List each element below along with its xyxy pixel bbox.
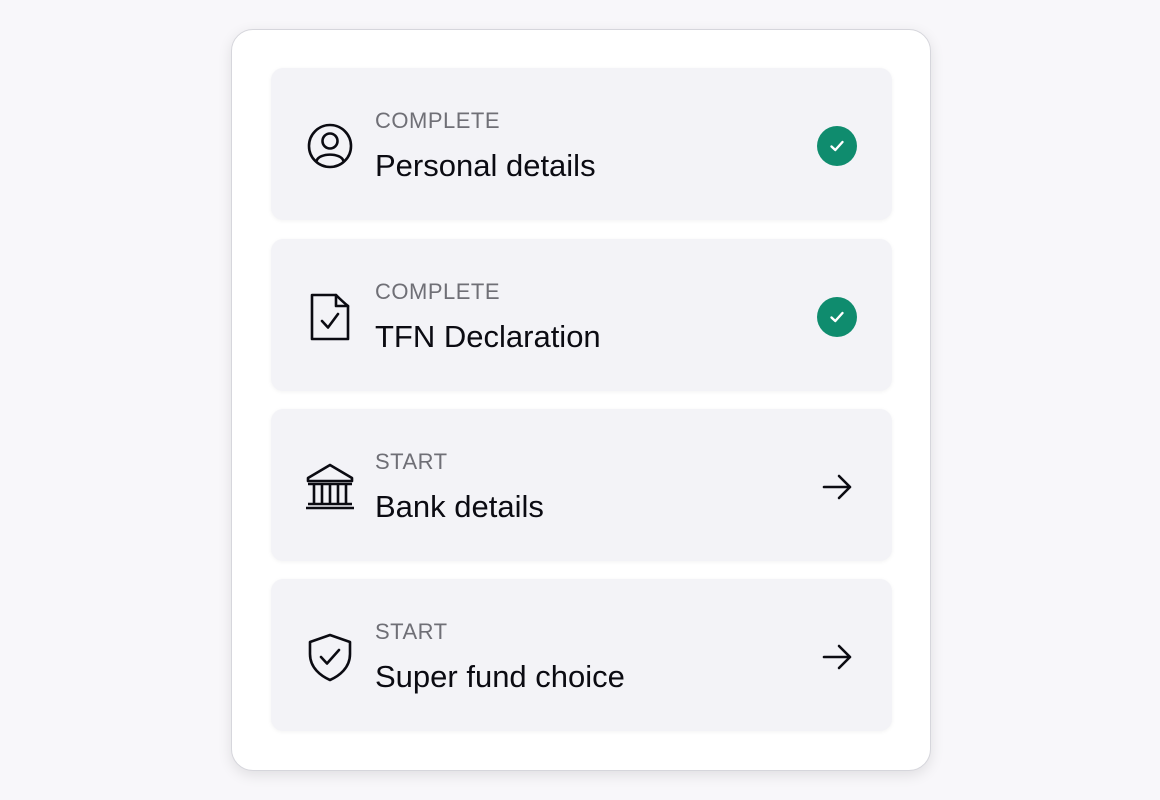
onboarding-card: COMPLETE Personal details COMPLETE TFN D… bbox=[231, 29, 931, 771]
task-title: Personal details bbox=[375, 148, 596, 183]
task-super-fund-choice[interactable]: START Super fund choice bbox=[271, 579, 892, 731]
document-check-icon bbox=[305, 292, 355, 342]
task-status: START bbox=[375, 449, 448, 474]
task-status: START bbox=[375, 619, 448, 644]
task-personal-details[interactable]: COMPLETE Personal details bbox=[271, 68, 892, 220]
task-status: COMPLETE bbox=[375, 108, 501, 133]
task-title: Bank details bbox=[375, 489, 544, 524]
arrow-right-icon bbox=[816, 636, 858, 678]
user-circle-icon bbox=[305, 121, 355, 171]
task-status: COMPLETE bbox=[375, 279, 501, 304]
complete-check-icon bbox=[816, 125, 858, 167]
bank-icon bbox=[305, 462, 355, 512]
task-title: TFN Declaration bbox=[375, 319, 601, 354]
task-bank-details[interactable]: START Bank details bbox=[271, 409, 892, 561]
task-tfn-declaration[interactable]: COMPLETE TFN Declaration bbox=[271, 239, 892, 391]
task-title: Super fund choice bbox=[375, 659, 625, 694]
shield-check-icon bbox=[305, 632, 355, 682]
complete-check-icon bbox=[816, 296, 858, 338]
arrow-right-icon bbox=[816, 466, 858, 508]
